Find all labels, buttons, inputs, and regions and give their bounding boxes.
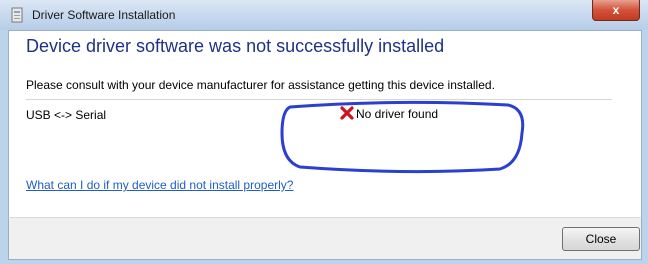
window-close-button[interactable]: x	[592, 0, 640, 21]
driver-installation-window: Driver Software Installation x Device dr…	[0, 0, 648, 264]
help-link[interactable]: What can I do if my device did not insta…	[26, 178, 293, 192]
device-name: USB <-> Serial	[26, 108, 107, 122]
button-bar	[8, 217, 642, 260]
driver-install-icon	[11, 7, 23, 23]
highlight-annotation	[280, 100, 525, 174]
window-title: Driver Software Installation	[32, 8, 176, 22]
close-button[interactable]: Close	[562, 227, 640, 251]
instruction-text: Please consult with your device manufact…	[26, 78, 495, 92]
page-title: Device driver software was not successfu…	[26, 36, 445, 56]
title-bar[interactable]: Driver Software Installation x	[0, 0, 648, 30]
